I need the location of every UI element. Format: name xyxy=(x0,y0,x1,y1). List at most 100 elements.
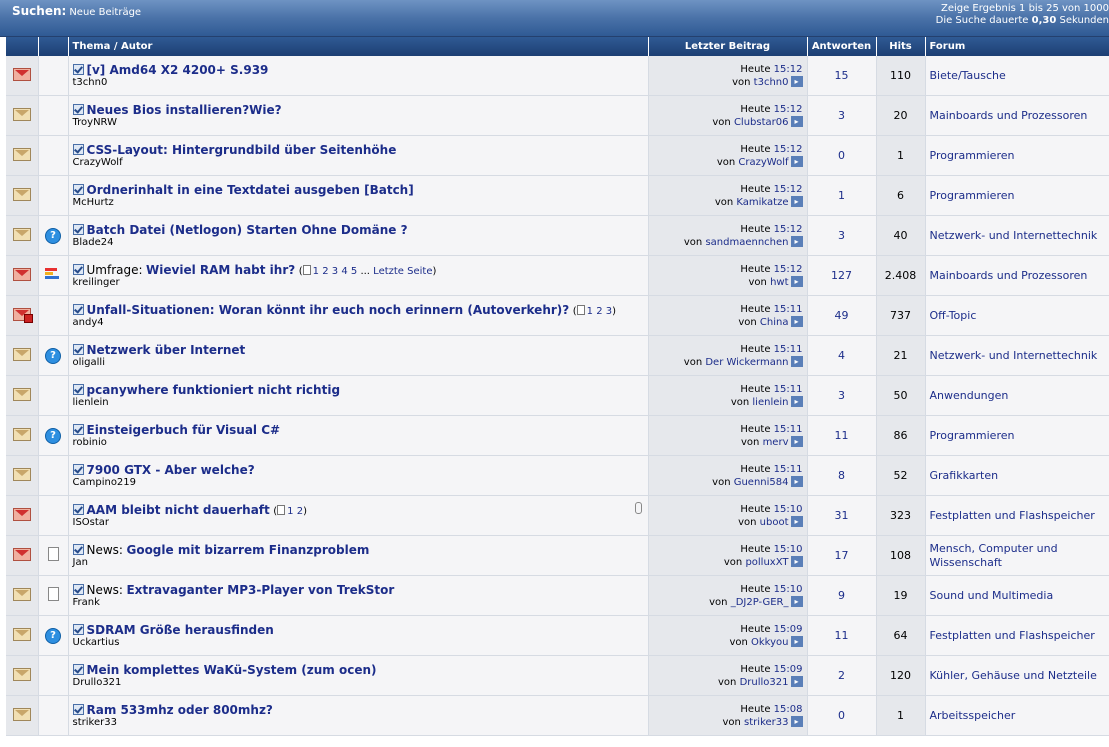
last-post-user-link[interactable]: uboot xyxy=(760,517,789,528)
topic-title-link[interactable]: Ram 533mhz oder 800mhz? xyxy=(87,703,273,717)
last-post-user-link[interactable]: Guenni584 xyxy=(734,477,789,488)
last-post-user-link[interactable]: merv xyxy=(763,437,789,448)
forum-link[interactable]: Kühler, Gehäuse und Netzteile xyxy=(930,669,1097,682)
page-link[interactable]: 4 xyxy=(341,266,347,277)
topic-author[interactable]: TroyNRW xyxy=(73,117,644,129)
go-to-last-post-icon[interactable]: ▸ xyxy=(790,436,803,447)
topic-author[interactable]: Campino219 xyxy=(73,477,644,489)
header-replies[interactable]: Antworten xyxy=(807,37,877,56)
last-post-user-link[interactable]: China xyxy=(760,317,789,328)
last-post-user-link[interactable]: Der Wickermann xyxy=(705,357,788,368)
topic-author[interactable]: striker33 xyxy=(73,717,644,729)
checkbox-icon[interactable] xyxy=(72,583,84,595)
checkbox-icon[interactable] xyxy=(72,543,84,555)
go-to-last-post-icon[interactable]: ▸ xyxy=(790,716,803,727)
go-to-last-post-icon[interactable]: ▸ xyxy=(790,196,803,207)
go-to-last-post-icon[interactable]: ▸ xyxy=(790,676,803,687)
checkbox-icon[interactable] xyxy=(72,503,84,515)
page-link[interactable]: 1 xyxy=(313,266,319,277)
page-link[interactable]: 2 xyxy=(596,306,602,317)
page-link[interactable]: 5 xyxy=(351,266,357,277)
replies-count-link[interactable]: 8 xyxy=(838,469,845,482)
replies-count-link[interactable]: 15 xyxy=(835,69,849,82)
last-post-user-link[interactable]: Clubstar06 xyxy=(734,117,789,128)
checkbox-icon[interactable] xyxy=(72,103,84,115)
topic-title-link[interactable]: Google mit bizarrem Finanzproblem xyxy=(126,543,369,557)
forum-link[interactable]: Grafikkarten xyxy=(930,469,999,482)
go-to-last-post-icon[interactable]: ▸ xyxy=(790,116,803,127)
last-post-user-link[interactable]: sandmaennchen xyxy=(705,237,788,248)
checkbox-icon[interactable] xyxy=(72,63,84,75)
topic-title-link[interactable]: Unfall-Situationen: Woran könnt ihr euch… xyxy=(87,303,570,317)
page-link[interactable]: Letzte Seite xyxy=(373,266,432,277)
go-to-last-post-icon[interactable]: ▸ xyxy=(790,636,803,647)
header-topic[interactable]: Thema / Autor xyxy=(68,37,649,56)
checkbox-icon[interactable] xyxy=(72,183,84,195)
topic-author[interactable]: andy4 xyxy=(73,317,644,329)
replies-count-link[interactable]: 17 xyxy=(835,549,849,562)
replies-count-link[interactable]: 0 xyxy=(838,709,845,722)
header-hits[interactable]: Hits xyxy=(876,37,926,56)
go-to-last-post-icon[interactable]: ▸ xyxy=(790,356,803,367)
go-to-last-post-icon[interactable]: ▸ xyxy=(790,316,803,327)
page-link[interactable]: 2 xyxy=(322,266,328,277)
go-to-last-post-icon[interactable]: ▸ xyxy=(790,596,803,607)
topic-author[interactable]: Blade24 xyxy=(73,237,644,249)
forum-link[interactable]: Netzwerk- und Internettechnik xyxy=(930,349,1098,362)
page-link[interactable]: 1 xyxy=(287,506,293,517)
last-post-user-link[interactable]: polluxXT xyxy=(745,557,788,568)
replies-count-link[interactable]: 1 xyxy=(838,189,845,202)
replies-count-link[interactable]: 0 xyxy=(838,149,845,162)
header-last-post[interactable]: Letzter Beitrag xyxy=(648,37,808,56)
replies-count-link[interactable]: 11 xyxy=(835,429,849,442)
last-post-user-link[interactable]: Kamikatze xyxy=(736,197,788,208)
header-forum[interactable]: Forum xyxy=(925,37,1109,56)
forum-link[interactable]: Festplatten und Flashspeicher xyxy=(930,629,1095,642)
last-post-user-link[interactable]: CrazyWolf xyxy=(738,157,788,168)
go-to-last-post-icon[interactable]: ▸ xyxy=(790,476,803,487)
replies-count-link[interactable]: 3 xyxy=(838,389,845,402)
checkbox-icon[interactable] xyxy=(72,143,84,155)
topic-author[interactable]: oligalli xyxy=(73,357,644,369)
go-to-last-post-icon[interactable]: ▸ xyxy=(790,236,803,247)
checkbox-icon[interactable] xyxy=(72,463,84,475)
checkbox-icon[interactable] xyxy=(72,423,84,435)
checkbox-icon[interactable] xyxy=(72,223,84,235)
forum-link[interactable]: Festplatten und Flashspeicher xyxy=(930,509,1095,522)
replies-count-link[interactable]: 49 xyxy=(835,309,849,322)
last-post-user-link[interactable]: _DJ2P-GER_ xyxy=(731,597,789,608)
topic-author[interactable]: CrazyWolf xyxy=(73,157,644,169)
go-to-last-post-icon[interactable]: ▸ xyxy=(790,396,803,407)
topic-title-link[interactable]: Neues Bios installieren?Wie? xyxy=(87,103,282,117)
forum-link[interactable]: Programmieren xyxy=(930,189,1015,202)
last-post-user-link[interactable]: hwt xyxy=(770,277,788,288)
checkbox-icon[interactable] xyxy=(72,623,84,635)
topic-title-link[interactable]: 7900 GTX - Aber welche? xyxy=(87,463,255,477)
page-link[interactable]: 1 xyxy=(587,306,593,317)
replies-count-link[interactable]: 3 xyxy=(838,109,845,122)
checkbox-icon[interactable] xyxy=(72,303,84,315)
replies-count-link[interactable]: 31 xyxy=(835,509,849,522)
topic-title-link[interactable]: Netzwerk über Internet xyxy=(87,343,246,357)
topic-author[interactable]: lienlein xyxy=(73,397,644,409)
page-link[interactable]: 2 xyxy=(297,506,303,517)
go-to-last-post-icon[interactable]: ▸ xyxy=(790,156,803,167)
topic-author[interactable]: Uckartius xyxy=(73,637,644,649)
replies-count-link[interactable]: 127 xyxy=(831,269,852,282)
forum-link[interactable]: Arbeitsspeicher xyxy=(930,709,1016,722)
forum-link[interactable]: Mainboards und Prozessoren xyxy=(930,109,1088,122)
forum-link[interactable]: Programmieren xyxy=(930,149,1015,162)
topic-author[interactable]: robinio xyxy=(73,437,644,449)
last-post-user-link[interactable]: t3chn0 xyxy=(754,77,789,88)
last-post-user-link[interactable]: lienlein xyxy=(752,397,788,408)
topic-title-link[interactable]: Wieviel RAM habt ihr? xyxy=(146,263,295,277)
forum-link[interactable]: Off-Topic xyxy=(930,309,977,322)
topic-title-link[interactable]: [v] Amd64 X2 4200+ S.939 xyxy=(87,63,269,77)
replies-count-link[interactable]: 3 xyxy=(838,229,845,242)
checkbox-icon[interactable] xyxy=(72,343,84,355)
topic-author[interactable]: t3chn0 xyxy=(73,77,644,89)
forum-link[interactable]: Sound und Multimedia xyxy=(930,589,1054,602)
forum-link[interactable]: Biete/Tausche xyxy=(930,69,1006,82)
replies-count-link[interactable]: 9 xyxy=(838,589,845,602)
forum-link[interactable]: Programmieren xyxy=(930,429,1015,442)
